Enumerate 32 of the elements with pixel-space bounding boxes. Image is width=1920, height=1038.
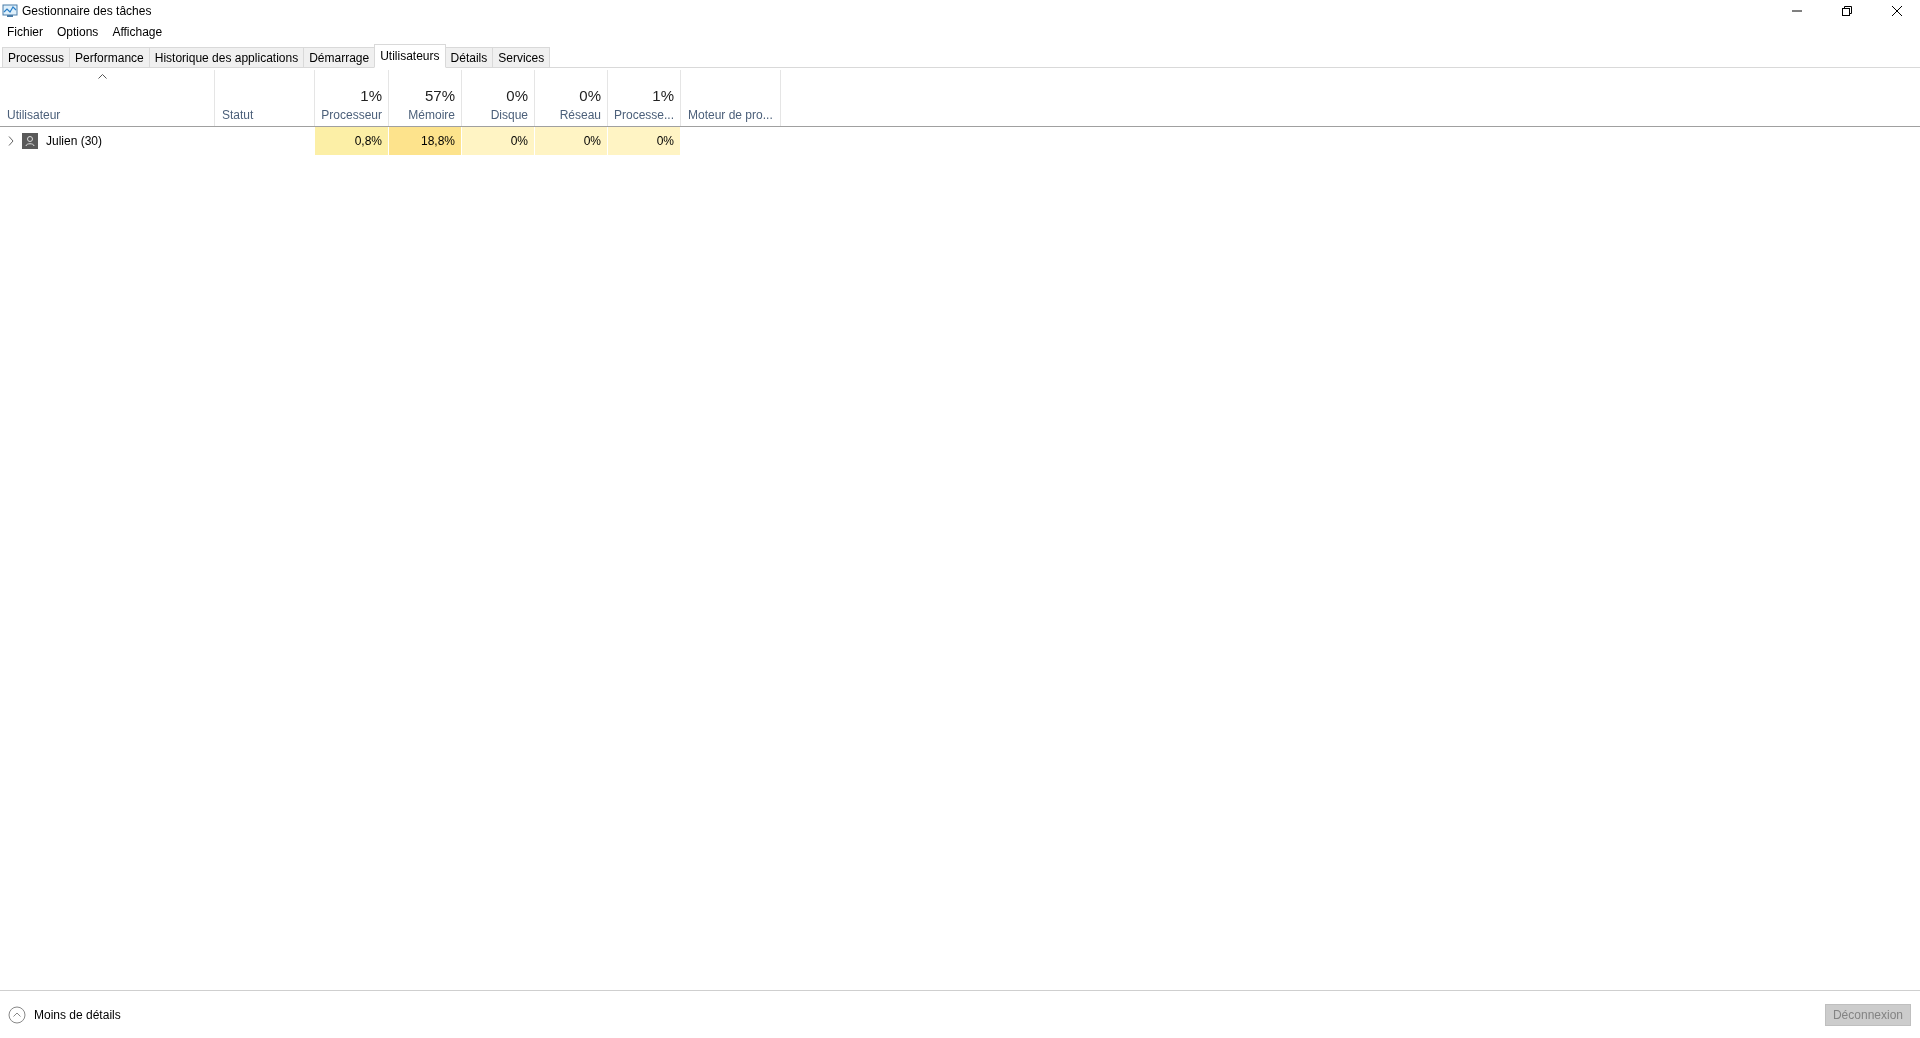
tab[interactable]: Processus: [2, 47, 71, 67]
table-cell: 0%: [608, 127, 681, 155]
column-header[interactable]: 0% Disque: [462, 70, 535, 126]
column-header[interactable]: Utilisateur: [0, 70, 215, 126]
column-header[interactable]: Moteur de pro...: [681, 70, 781, 126]
tab[interactable]: Performance: [69, 47, 150, 67]
menu-item[interactable]: Fichier: [7, 25, 43, 39]
window-title: Gestionnaire des tâches: [22, 4, 153, 18]
tab[interactable]: Détails: [444, 47, 494, 67]
tab[interactable]: Utilisateurs: [374, 44, 446, 68]
less-details-link[interactable]: Moins de détails: [8, 1005, 121, 1024]
table-cell: 0,8%: [315, 127, 389, 155]
menu-item[interactable]: Affichage: [112, 25, 163, 39]
tab[interactable]: Historique des applications: [148, 47, 305, 67]
column-header[interactable]: 0% Réseau: [535, 70, 608, 126]
column-header[interactable]: 1% Processe...: [608, 70, 681, 126]
expand-chevron-icon[interactable]: [8, 136, 14, 146]
user-avatar-icon: [22, 133, 38, 149]
column-header[interactable]: Statut: [215, 70, 315, 126]
menu-item[interactable]: Options: [57, 25, 99, 39]
app-icon: [2, 4, 18, 18]
restore-icon: [1842, 6, 1852, 16]
column-header[interactable]: 57% Mémoire: [389, 70, 462, 126]
tab[interactable]: Services: [492, 47, 551, 67]
column-header[interactable]: 1% Processeur: [315, 70, 389, 126]
table-cell: 18,8%: [389, 127, 462, 155]
collapse-circle-icon: [8, 1005, 26, 1024]
table-cell: 0%: [535, 127, 608, 155]
tab[interactable]: Démarrage: [303, 47, 376, 67]
table-cell: 0%: [462, 127, 535, 155]
close-icon: [1892, 6, 1902, 16]
user-name: Julien (30): [46, 134, 103, 148]
